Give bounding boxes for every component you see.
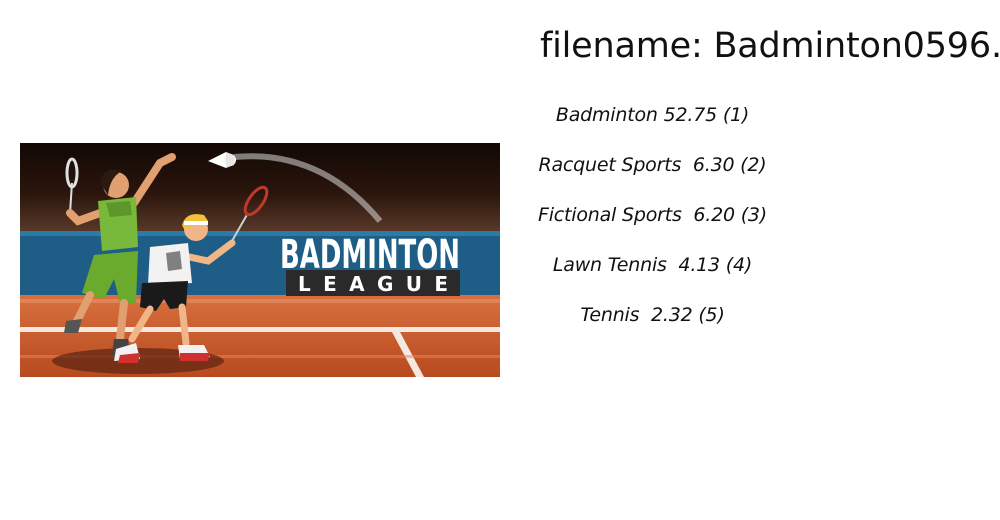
prediction-list: Badminton 52.75 (1) Racquet Sports 6.30 … — [530, 100, 775, 350]
court-line — [20, 327, 500, 332]
badminton-league-image: BADMINTON LEAGUE — [20, 143, 500, 377]
badminton-league-logo: BADMINTON LEAGUE — [280, 232, 460, 296]
prediction-row-4: Lawn Tennis 4.13 (4) — [552, 254, 753, 276]
prediction-row-1: Badminton 52.75 (1) — [555, 104, 750, 126]
prediction-row-5: Tennis 2.32 (5) — [580, 304, 725, 326]
prediction-row-2: Racquet Sports 6.30 (2) — [538, 154, 767, 176]
prediction-row-3: Fictional Sports 6.20 (3) — [537, 204, 768, 226]
filename-title: filename: Badminton0596.jp — [540, 26, 1000, 66]
